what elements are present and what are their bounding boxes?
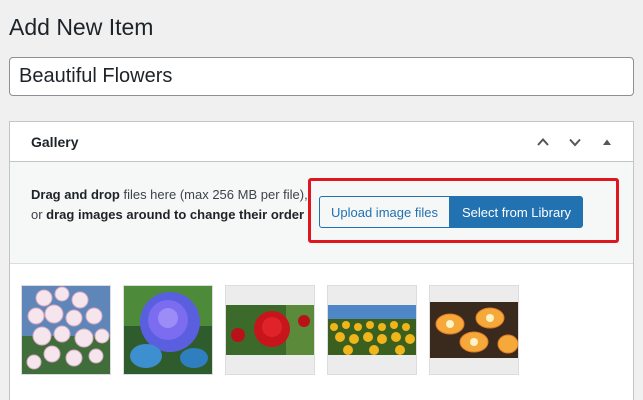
dropzone-instructions: Drag and drop files here (max 256 MB per… xyxy=(31,185,316,225)
white-daisy-flowers-image xyxy=(22,286,110,374)
select-from-library-button[interactable]: Select from Library xyxy=(449,196,584,228)
chevron-down-icon xyxy=(569,138,581,146)
move-down-button[interactable] xyxy=(561,128,589,156)
sunflower-field-image xyxy=(328,305,416,355)
gallery-title: Gallery xyxy=(31,133,79,150)
gallery-metabox-header: Gallery xyxy=(10,122,633,162)
triangle-up-icon xyxy=(603,139,611,145)
gallery-thumbnail[interactable] xyxy=(21,285,111,375)
toggle-panel-button[interactable] xyxy=(593,128,621,156)
move-up-button[interactable] xyxy=(529,128,557,156)
page-title: Add New Item xyxy=(9,14,154,40)
gallery-metabox: Gallery Drag and drop files here (max 25… xyxy=(9,121,634,400)
gallery-thumbnail[interactable] xyxy=(225,285,315,375)
gallery-thumbnail[interactable] xyxy=(123,285,213,375)
red-rose-image xyxy=(226,305,314,355)
upload-button-group: Upload image files Select from Library xyxy=(319,196,584,228)
gallery-thumbnail[interactable] xyxy=(327,285,417,375)
gallery-thumbnails xyxy=(21,285,519,375)
plumeria-flowers-image xyxy=(430,302,518,358)
metabox-controls xyxy=(529,128,621,156)
blue-rose-image xyxy=(124,286,212,374)
dropzone-text-bold-1: Drag and drop xyxy=(31,187,120,202)
gallery-thumbnail[interactable] xyxy=(429,285,519,375)
chevron-up-icon xyxy=(537,137,549,146)
post-title-input[interactable] xyxy=(9,57,634,96)
upload-image-files-button[interactable]: Upload image files xyxy=(319,196,450,228)
dropzone-text-bold-2: drag images around to change their order xyxy=(46,207,305,222)
